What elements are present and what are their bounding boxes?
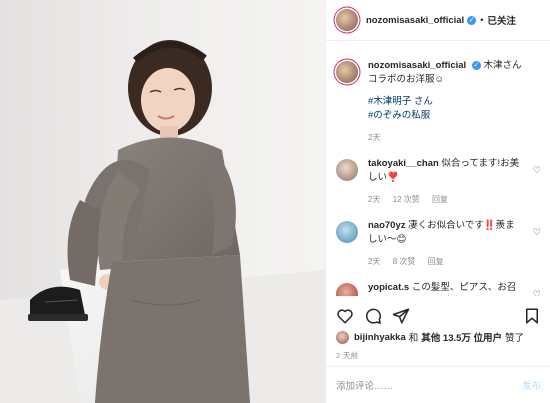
comment-username[interactable]: nao70yz (368, 220, 406, 231)
author-username[interactable]: nozomisasaki_official (366, 15, 464, 26)
liker-username[interactable]: bijinhyakka (354, 332, 406, 343)
post-sidebar: nozomisasaki_official ✓ • 已关注 nozomisasa… (325, 0, 550, 403)
liker-avatar[interactable] (336, 330, 349, 344)
heart-icon[interactable]: ♡ (533, 227, 541, 238)
heart-icon[interactable]: ♡ (533, 165, 541, 176)
comment-likes[interactable]: 12 次赞 (393, 195, 420, 204)
hashtag-link[interactable]: #のぞみの私服 (368, 109, 523, 123)
comments-list[interactable]: nozomisasaki_official ✓ 木津さんコラボのお洋服☺︎ #木… (326, 41, 550, 296)
comment-item: yopicat.s この髪型、ピアス、お召し、ヘアバンド、全部似合って ♡ (336, 281, 541, 296)
verified-icon: ✓ (467, 15, 477, 25)
separator-dot: • (480, 15, 484, 25)
caption-avatar[interactable] (336, 61, 358, 83)
post-timestamp[interactable]: 2 天前 (336, 350, 358, 361)
hashtag-link[interactable]: #木津明子 さん (368, 95, 523, 109)
post-comment-button[interactable]: 发布 (522, 378, 541, 392)
action-bar (336, 305, 541, 327)
following-button[interactable]: 已关注 (487, 13, 516, 27)
comment-icon[interactable] (364, 307, 382, 325)
bookmark-icon[interactable] (523, 307, 541, 325)
add-comment-bar: 添加评论…… 发布 (326, 366, 550, 403)
post-photo[interactable] (0, 0, 325, 403)
caption-username[interactable]: nozomisasaki_official (368, 60, 466, 71)
likes-and: 和 (408, 333, 419, 344)
reply-button[interactable]: 回复 (432, 195, 448, 204)
comment-item: takoyaki__chan 似合ってます!お美しい❣️ 2天 12 次赞 回复… (336, 157, 541, 205)
comment-item: nao70yz 凄くお似合いです‼️羨ましい〜😊 2天 8 次赞 回复 ♡ (336, 219, 541, 267)
commenter-avatar[interactable] (336, 283, 358, 296)
comment-time: 2天 (368, 195, 381, 204)
photo-illustration (0, 0, 325, 403)
likes-summary[interactable]: bijinhyakka 和 其他 13.5万 位用户 赞了 (336, 330, 541, 344)
commenter-avatar[interactable] (336, 159, 358, 181)
caption: nozomisasaki_official ✓ 木津さんコラボのお洋服☺︎ #木… (336, 59, 541, 143)
verified-icon: ✓ (471, 60, 481, 70)
commenter-avatar[interactable] (336, 221, 358, 243)
likes-others[interactable]: 其他 13.5万 位用户 (421, 330, 502, 344)
heart-icon[interactable]: ♡ (533, 289, 541, 296)
author-avatar[interactable] (336, 9, 358, 31)
comment-username[interactable]: takoyaki__chan (368, 158, 439, 169)
likes-end: 赞了 (505, 333, 525, 344)
comment-time: 2天 (368, 257, 381, 266)
share-icon[interactable] (392, 307, 410, 325)
heart-icon[interactable] (336, 307, 354, 325)
comment-likes[interactable]: 8 次赞 (393, 257, 416, 266)
comment-username[interactable]: yopicat.s (368, 282, 409, 293)
comment-input[interactable]: 添加评论…… (336, 378, 393, 392)
caption-time: 2天 (368, 133, 381, 142)
post-header: nozomisasaki_official ✓ • 已关注 (326, 0, 550, 41)
reply-button[interactable]: 回复 (428, 257, 444, 266)
